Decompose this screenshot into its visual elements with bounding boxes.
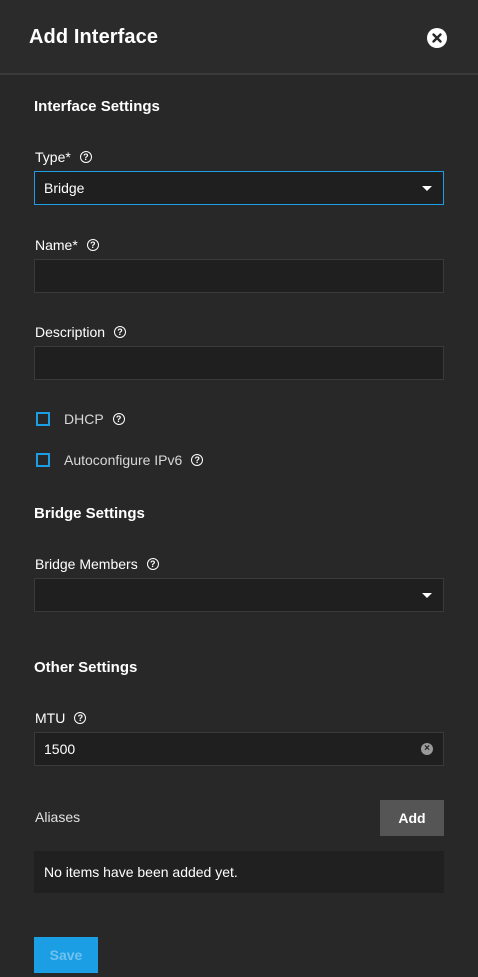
dhcp-label: DHCP xyxy=(64,411,104,427)
ipv6-label: Autoconfigure IPv6 xyxy=(64,452,183,468)
dhcp-checkbox[interactable] xyxy=(36,412,50,426)
dialog-title: Add Interface xyxy=(29,26,159,48)
add-alias-button[interactable]: Add xyxy=(380,800,444,836)
dhcp-row: DHCP ? xyxy=(36,411,125,427)
ipv6-checkbox[interactable] xyxy=(36,453,50,467)
aliases-label: Aliases xyxy=(35,809,81,825)
help-icon[interactable]: ? xyxy=(191,454,204,466)
help-icon[interactable]: ? xyxy=(86,239,99,251)
other-settings-title: Other Settings xyxy=(34,659,138,676)
mtu-input[interactable]: 1500 × xyxy=(34,732,444,766)
close-icon xyxy=(432,33,442,43)
description-label: Description ? xyxy=(35,324,127,340)
clear-icon[interactable]: × xyxy=(421,743,433,755)
help-icon[interactable]: ? xyxy=(114,326,127,338)
name-input[interactable] xyxy=(34,259,444,293)
type-label: Type * ? xyxy=(35,149,92,165)
chevron-down-icon xyxy=(422,186,432,191)
help-icon[interactable]: ? xyxy=(146,558,159,570)
ipv6-row: Autoconfigure IPv6 ? xyxy=(36,452,204,468)
help-icon[interactable]: ? xyxy=(112,413,125,425)
name-label: Name * ? xyxy=(35,237,99,253)
mtu-label: MTU ? xyxy=(35,710,87,726)
dialog-content: Interface Settings Type * ? Bridge Name * … xyxy=(0,77,478,977)
save-button[interactable]: Save xyxy=(34,937,98,973)
bridge-members-label: Bridge Members ? xyxy=(35,556,159,572)
close-button[interactable] xyxy=(427,28,447,48)
help-icon[interactable]: ? xyxy=(79,151,92,163)
bridge-members-select[interactable] xyxy=(34,578,444,612)
aliases-empty-state: No items have been added yet. xyxy=(34,851,444,893)
type-select[interactable]: Bridge xyxy=(34,171,444,205)
interface-settings-title: Interface Settings xyxy=(34,98,160,115)
help-icon[interactable]: ? xyxy=(74,712,87,724)
dialog-header: Add Interface xyxy=(0,0,478,75)
description-input[interactable] xyxy=(34,346,444,380)
chevron-down-icon xyxy=(422,593,432,598)
bridge-settings-title: Bridge Settings xyxy=(34,505,145,522)
